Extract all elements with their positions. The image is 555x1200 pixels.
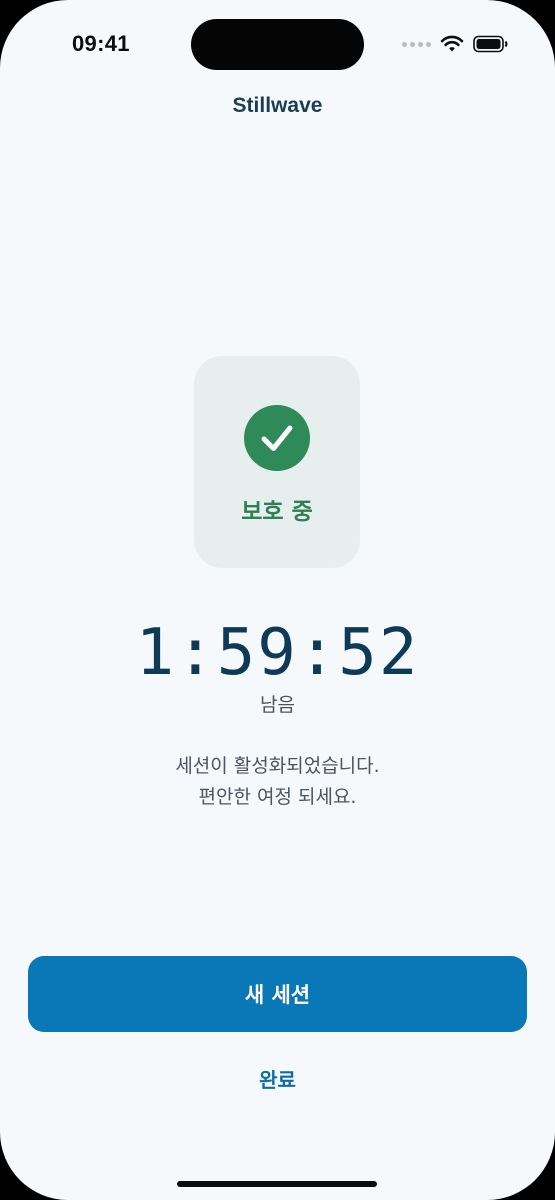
session-message-line-1: 세션이 활성화되었습니다.: [175, 755, 380, 777]
session-message-line-2: 편안한 여정 되세요.: [198, 786, 357, 808]
app-screen: 09:41 Stillwave 보호 중 1:59:52 남음 세션이 활성화되…: [0, 0, 555, 1200]
home-indicator[interactable]: [177, 1181, 377, 1187]
battery-icon: [473, 35, 508, 53]
signal-dots-icon: [402, 41, 431, 47]
done-button[interactable]: 완료: [200, 1060, 355, 1100]
protection-status-label: 보호 중: [241, 499, 313, 525]
app-title: Stillwave: [232, 94, 323, 117]
checkmark-icon: [244, 405, 310, 471]
status-time: 09:41: [72, 31, 130, 56]
dynamic-island: [191, 19, 364, 70]
status-icons: [402, 35, 509, 53]
wifi-icon: [440, 35, 464, 52]
session-message: 세션이 활성화되었습니다. 편안한 여정 되세요.: [0, 751, 555, 813]
timer-caption: 남음: [260, 694, 295, 716]
countdown-timer: 1:59:52: [135, 616, 420, 690]
protection-status-card: 보호 중: [194, 356, 360, 568]
status-bar: 09:41: [0, 0, 555, 90]
new-session-button[interactable]: 새 세션: [28, 956, 527, 1032]
